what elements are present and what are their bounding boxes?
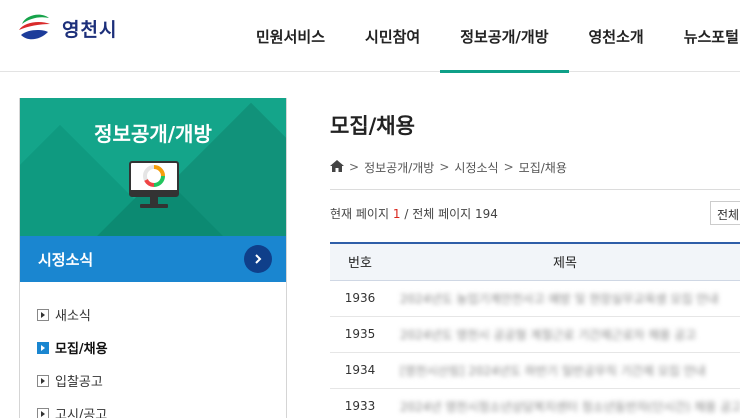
sidebar-item-label: 입찰공고 bbox=[55, 375, 103, 390]
table-row: 1935 2024년도 영천시 공공형 계절근로 기간제근로자 채용 공고 bbox=[330, 316, 740, 353]
main-nav: 민원서비스 시민참여 정보공개/개방 영천소개 뉴스포털 bbox=[236, 0, 740, 73]
sidebar-menu: 새소식 모집/채용 입찰공고 고시/공고 bbox=[20, 282, 286, 418]
nav-item-information-disclosure[interactable]: 정보공개/개방 bbox=[440, 0, 569, 73]
sidebar: 정보공개/개방 시정소식 새소식 모집/채용 입찰공고 고시/공고 bbox=[19, 98, 287, 418]
logo-text: 영천시 bbox=[62, 18, 118, 41]
sidebar-item-label: 새소식 bbox=[55, 309, 91, 324]
breadcrumb-separator: > bbox=[349, 160, 360, 174]
sidebar-title: 정보공개/개방 bbox=[94, 122, 212, 146]
column-header-number: 번호 bbox=[330, 242, 390, 281]
row-title-link[interactable]: [영천시산림] 2024년도 하반기 일반공무직 기간제 모집 안내 bbox=[390, 352, 740, 389]
sidebar-section-news[interactable]: 시정소식 bbox=[20, 236, 286, 282]
sidebar-item-notices[interactable]: 고시/공고 bbox=[20, 397, 286, 418]
divider bbox=[330, 189, 740, 190]
row-title[interactable]: 2024년도 농업기계안전사고 예방 및 현장실무교육생 모집 안내 bbox=[400, 290, 740, 307]
row-number: 1933 bbox=[330, 388, 390, 418]
row-title[interactable]: [영천시산림] 2024년도 하반기 일반공무직 기간제 모집 안내 bbox=[400, 362, 740, 379]
row-title[interactable]: 2024년 영천시청소년상담복지센터 청소년동반자(단시간) 채용 공고 bbox=[400, 398, 740, 415]
page-info-separator: / bbox=[404, 207, 409, 221]
row-number: 1935 bbox=[330, 316, 390, 353]
bullet-arrow-icon bbox=[37, 341, 49, 354]
nav-item-news-portal[interactable]: 뉴스포털 bbox=[664, 0, 740, 72]
row-number: 1936 bbox=[330, 280, 390, 317]
search-category-select[interactable]: 전체 bbox=[710, 201, 740, 225]
breadcrumb-item[interactable]: 모집/채용 bbox=[519, 159, 567, 176]
total-pages: 194 bbox=[475, 207, 498, 221]
bullet-arrow-icon bbox=[37, 308, 49, 321]
sidebar-item-recruitment[interactable]: 모집/채용 bbox=[20, 331, 286, 364]
row-title-link[interactable]: 2024년도 영천시 공공형 계절근로 기간제근로자 채용 공고 bbox=[390, 316, 740, 353]
page-info: 현재 페이지 1 / 전체 페이지 194 bbox=[330, 205, 498, 222]
current-page: 1 bbox=[392, 207, 401, 221]
row-number: 1934 bbox=[330, 352, 390, 389]
column-header-title: 제목 bbox=[390, 242, 740, 281]
page-info-prefix: 현재 페이지 bbox=[330, 207, 390, 221]
breadcrumb-item[interactable]: 시정소식 bbox=[454, 159, 498, 176]
nav-item-citizen-participation[interactable]: 시민참여 bbox=[345, 0, 440, 72]
sidebar-item-news[interactable]: 새소식 bbox=[20, 298, 286, 331]
row-title[interactable]: 2024년도 영천시 공공형 계절근로 기간제근로자 채용 공고 bbox=[400, 326, 740, 343]
nav-item-civil-service[interactable]: 민원서비스 bbox=[236, 0, 345, 72]
sidebar-item-bids[interactable]: 입찰공고 bbox=[20, 364, 286, 397]
header: 영천시 민원서비스 시민참여 정보공개/개방 영천소개 뉴스포털 bbox=[0, 0, 740, 73]
logo[interactable]: 영천시 bbox=[16, 10, 117, 46]
row-title-link[interactable]: 2024년 영천시청소년상담복지센터 청소년동반자(단시간) 채용 공고 bbox=[390, 388, 740, 418]
sidebar-header: 정보공개/개방 bbox=[20, 98, 286, 236]
chevron-right-icon[interactable] bbox=[244, 245, 272, 273]
recruitment-table: 번호 제목 1936 2024년도 농업기계안전사고 예방 및 현장실무교육생 … bbox=[330, 242, 740, 418]
breadcrumb: > 정보공개/개방 > 시정소식 > 모집/채용 bbox=[330, 158, 567, 176]
home-icon[interactable] bbox=[330, 159, 344, 175]
total-page-label: 전체 페이지 bbox=[412, 207, 472, 221]
yeongcheon-logo-icon bbox=[16, 10, 52, 46]
bullet-arrow-icon bbox=[37, 407, 49, 418]
table-row: 1933 2024년 영천시청소년상담복지센터 청소년동반자(단시간) 채용 공… bbox=[330, 388, 740, 418]
breadcrumb-item[interactable]: 정보공개/개방 bbox=[364, 159, 434, 176]
breadcrumb-separator: > bbox=[503, 160, 514, 174]
bullet-arrow-icon bbox=[37, 374, 49, 387]
table-row: 1936 2024년도 농업기계안전사고 예방 및 현장실무교육생 모집 안내 bbox=[330, 280, 740, 317]
sidebar-section-label: 시정소식 bbox=[38, 250, 94, 269]
page-title: 모집/채용 bbox=[330, 114, 415, 138]
monitor-chart-icon bbox=[124, 158, 184, 218]
nav-item-about-yeongcheon[interactable]: 영천소개 bbox=[569, 0, 664, 72]
row-title-link[interactable]: 2024년도 농업기계안전사고 예방 및 현장실무교육생 모집 안내 bbox=[390, 280, 740, 317]
table-row: 1934 [영천시산림] 2024년도 하반기 일반공무직 기간제 모집 안내 bbox=[330, 352, 740, 389]
sidebar-item-label: 고시/공고 bbox=[55, 408, 108, 418]
breadcrumb-separator: > bbox=[439, 160, 450, 174]
sidebar-item-label: 모집/채용 bbox=[55, 342, 108, 357]
